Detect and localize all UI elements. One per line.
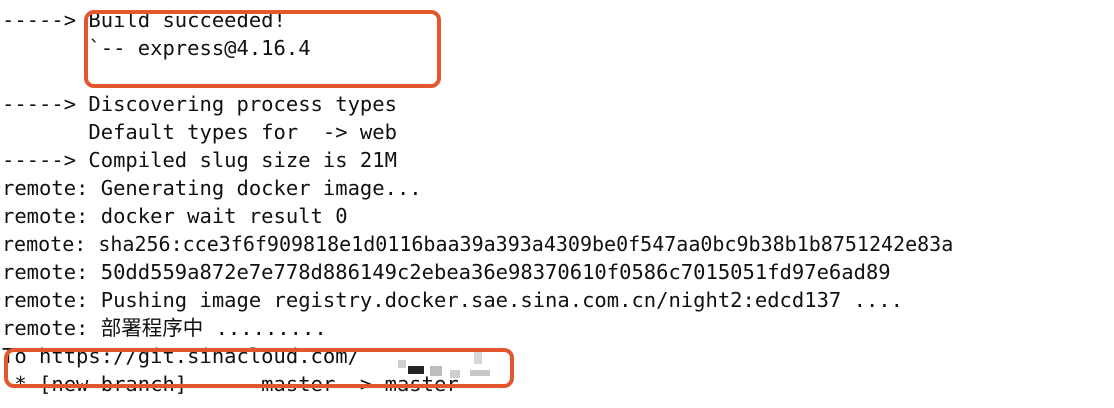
output-line: remote: 部署程序中 ......... <box>2 316 327 340</box>
output-line: -----> Compiled slug size is 21M <box>2 148 397 172</box>
output-line: remote: sha256:cce3f6f909818e1d0116baa39… <box>2 232 954 256</box>
output-line: remote: Generating docker image... <box>2 176 422 200</box>
output-line: -----> Discovering process types <box>2 92 397 116</box>
output-line: Default types for -> web <box>2 120 397 144</box>
annotation-box-git-url <box>4 348 514 388</box>
annotation-box-build-succeeded <box>84 10 441 88</box>
output-line: remote: Pushing image registry.docker.sa… <box>2 288 903 312</box>
output-line: remote: 50dd559a872e7e778d886149c2ebea36… <box>2 260 891 284</box>
output-line: remote: docker wait result 0 <box>2 204 348 228</box>
